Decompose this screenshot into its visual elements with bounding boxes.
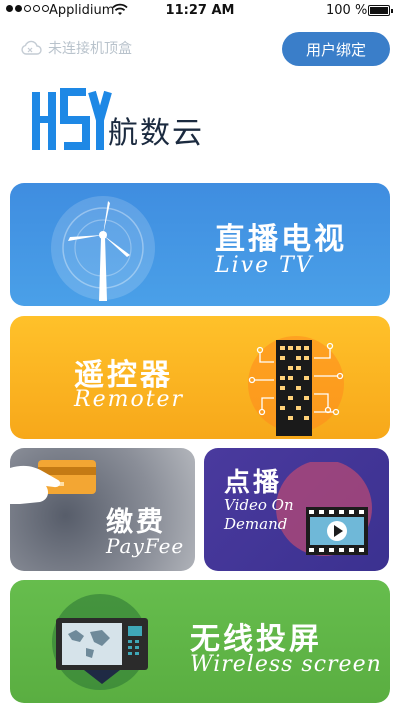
vod-subtitle-line1: Video On xyxy=(224,496,294,514)
payfee-tile[interactable]: 缴费 PayFee xyxy=(10,448,195,571)
brand-name: 航数云 xyxy=(108,116,204,151)
live-tv-tile[interactable]: 直播电视 Live TV xyxy=(10,183,390,306)
stb-connection-status[interactable]: 未连接机顶盒 xyxy=(20,38,132,58)
live-tv-subtitle: Live TV xyxy=(215,253,314,278)
cloud-disconnected-icon xyxy=(21,40,42,55)
user-bind-button[interactable]: 用户绑定 xyxy=(282,32,390,66)
payfee-subtitle: PayFee xyxy=(106,534,185,558)
remoter-subtitle: Remoter xyxy=(74,387,185,412)
battery-percent: 100 % xyxy=(326,3,368,18)
remoter-tile[interactable]: 遥控器 Remoter xyxy=(10,316,390,439)
wind-turbine-icon xyxy=(51,196,155,301)
wireless-subtitle: Wireless screen xyxy=(190,652,382,677)
tv-screen-icon xyxy=(52,594,148,690)
vod-subtitle-line2: Demand xyxy=(224,515,288,533)
circuit-tower-icon xyxy=(248,336,344,436)
status-bar: Applidium 11:27 AM 100 % xyxy=(0,0,400,22)
film-play-icon xyxy=(276,462,372,556)
vod-tile[interactable]: 点播 Video On Demand xyxy=(204,448,389,571)
hand-card-icon xyxy=(10,460,96,504)
wireless-screen-tile[interactable]: 无线投屏 Wireless screen xyxy=(10,580,390,703)
battery-icon xyxy=(368,5,393,16)
vod-title: 点播 xyxy=(224,468,283,498)
live-tv-title: 直播电视 xyxy=(215,222,347,257)
connection-status-label: 未连接机顶盒 xyxy=(48,41,132,57)
